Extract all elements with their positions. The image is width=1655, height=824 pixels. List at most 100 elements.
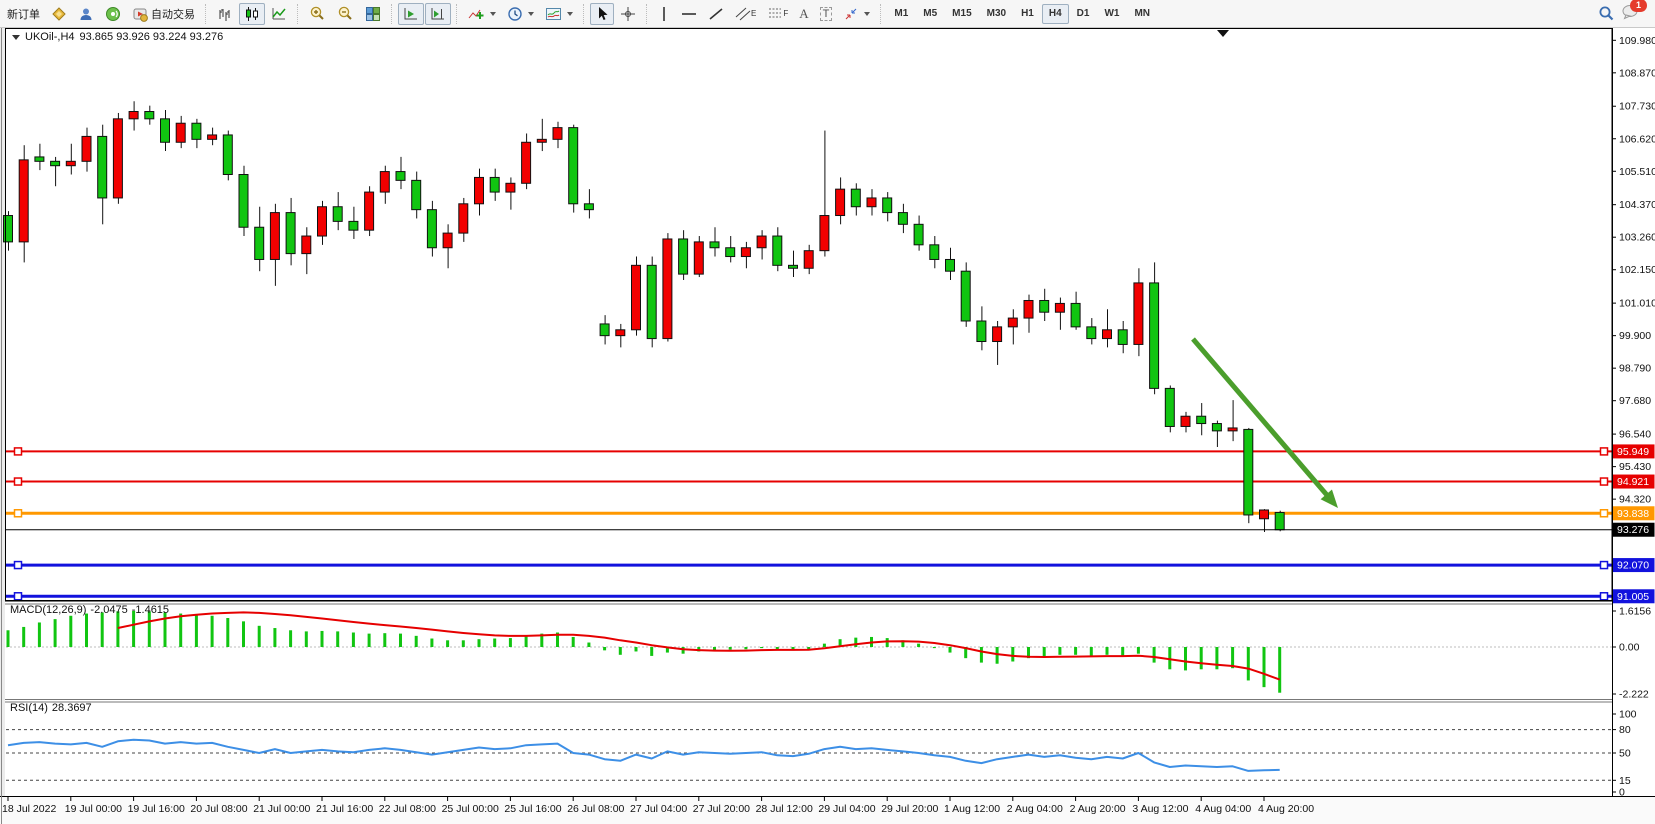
market-watch-button[interactable] bbox=[46, 3, 72, 25]
cursor-button[interactable] bbox=[590, 3, 614, 25]
data-window-button[interactable] bbox=[73, 3, 99, 25]
zoom-in-button[interactable] bbox=[304, 3, 331, 25]
timeframe-m1-button[interactable]: M1 bbox=[887, 4, 915, 24]
indicators-button[interactable] bbox=[463, 3, 501, 25]
timeframe-mn-button[interactable]: MN bbox=[1127, 4, 1157, 24]
time-tick-label: 2 Aug 20:00 bbox=[1070, 803, 1126, 815]
macd-histogram-bar bbox=[1043, 647, 1046, 657]
price-tick-label: 94.320 bbox=[1619, 494, 1651, 506]
horizontal-line-icon bbox=[681, 6, 697, 22]
crosshair-button[interactable] bbox=[615, 3, 641, 25]
line-handle[interactable] bbox=[1601, 562, 1608, 569]
macd-histogram-bar bbox=[368, 634, 371, 647]
candle-body bbox=[1008, 318, 1017, 327]
macd-histogram-bar bbox=[1247, 647, 1250, 680]
line-chart-button[interactable] bbox=[266, 3, 292, 25]
text-button[interactable]: A bbox=[794, 3, 813, 25]
macd-signal-value: -1.4615 bbox=[132, 604, 169, 616]
candle-body bbox=[1071, 303, 1080, 326]
price-tick-label: 107.730 bbox=[1619, 101, 1655, 113]
timeframe-d1-button[interactable]: D1 bbox=[1070, 4, 1097, 24]
candle-body bbox=[1197, 416, 1206, 423]
line-handle[interactable] bbox=[1601, 478, 1608, 485]
candle-body bbox=[490, 177, 499, 192]
auto-scroll-button[interactable] bbox=[398, 3, 424, 25]
timeframe-bar: M1M5M15M30H1H4D1W1MN bbox=[887, 4, 1157, 24]
macd-histogram-bar bbox=[478, 639, 481, 647]
chat-button[interactable]: 1 bbox=[1621, 3, 1639, 25]
plot-background bbox=[5, 28, 1612, 796]
line-handle[interactable] bbox=[15, 510, 22, 517]
candle-body bbox=[396, 172, 405, 181]
notification-badge[interactable]: 1 bbox=[1630, 0, 1647, 12]
candle-body bbox=[710, 242, 719, 248]
arrows-button[interactable] bbox=[838, 3, 875, 25]
search-button[interactable] bbox=[1593, 3, 1620, 25]
equidistant-channel-button[interactable]: E bbox=[730, 3, 761, 25]
macd-histogram-bar bbox=[1011, 647, 1014, 661]
price-tag-label: 93.838 bbox=[1617, 508, 1649, 520]
label-tool-glyph: T bbox=[820, 7, 833, 21]
zoom-out-button[interactable] bbox=[332, 3, 359, 25]
periods-button[interactable] bbox=[502, 3, 539, 25]
line-handle[interactable] bbox=[1601, 448, 1608, 455]
candle-body bbox=[302, 236, 311, 254]
macd-histogram-bar bbox=[226, 618, 229, 647]
vertical-line-icon bbox=[658, 6, 670, 22]
timeframe-m5-button[interactable]: M5 bbox=[916, 4, 944, 24]
macd-histogram-bar bbox=[415, 636, 418, 647]
new-order-button[interactable]: 新订单 bbox=[2, 3, 45, 25]
line-handle[interactable] bbox=[15, 562, 22, 569]
tile-windows-button[interactable] bbox=[360, 3, 386, 25]
line-handle[interactable] bbox=[1601, 510, 1608, 517]
line-handle[interactable] bbox=[1601, 593, 1608, 600]
fibonacci-button[interactable]: F bbox=[762, 3, 793, 25]
channel-icon bbox=[735, 6, 751, 22]
line-handle[interactable] bbox=[15, 478, 22, 485]
time-tick-label: 25 Jul 00:00 bbox=[442, 803, 499, 815]
price-tick-label: 109.980 bbox=[1619, 35, 1655, 47]
macd-histogram-bar bbox=[1200, 647, 1203, 669]
auto-trading-button[interactable]: 自动交易 bbox=[127, 3, 200, 25]
time-tick-label: 27 Jul 04:00 bbox=[630, 803, 687, 815]
macd-histogram-bar bbox=[383, 633, 386, 647]
price-tag-label: 93.276 bbox=[1617, 524, 1649, 536]
candle-body bbox=[647, 265, 656, 338]
vertical-line-button[interactable] bbox=[653, 3, 675, 25]
bar-chart-icon bbox=[217, 6, 233, 22]
timeframe-h4-button[interactable]: H4 bbox=[1042, 4, 1069, 24]
macd-histogram-bar bbox=[823, 644, 826, 647]
macd-histogram-bar bbox=[85, 614, 88, 647]
horizontal-line-button[interactable] bbox=[676, 3, 702, 25]
template-icon bbox=[545, 6, 562, 22]
rsi-value: 28.3697 bbox=[52, 702, 92, 714]
timeframe-m30-button[interactable]: M30 bbox=[980, 4, 1013, 24]
candle-body bbox=[694, 242, 703, 274]
collapse-arrow-icon[interactable] bbox=[12, 35, 20, 40]
navigator-button[interactable] bbox=[100, 3, 126, 25]
candle-body bbox=[537, 139, 546, 142]
timeframe-m15-button[interactable]: M15 bbox=[945, 4, 978, 24]
auto-trading-icon bbox=[132, 6, 148, 22]
text-label-button[interactable]: T bbox=[815, 3, 838, 25]
candle-body bbox=[946, 259, 955, 271]
zoom-in-icon bbox=[309, 5, 326, 22]
timeframe-h1-button[interactable]: H1 bbox=[1014, 4, 1041, 24]
trendline-button[interactable] bbox=[703, 3, 729, 25]
macd-histogram-bar bbox=[242, 621, 245, 647]
timeframe-w1-button[interactable]: W1 bbox=[1097, 4, 1126, 24]
candlestick-chart-button[interactable] bbox=[239, 3, 265, 25]
bar-chart-button[interactable] bbox=[212, 3, 238, 25]
candle-body bbox=[977, 321, 986, 342]
macd-histogram-bar bbox=[179, 614, 182, 647]
candle-body bbox=[961, 271, 970, 321]
macd-histogram-bar bbox=[1278, 647, 1281, 693]
clock-icon bbox=[507, 6, 523, 22]
line-handle[interactable] bbox=[15, 448, 22, 455]
templates-button[interactable] bbox=[540, 3, 578, 25]
chart-shift-button[interactable] bbox=[425, 3, 451, 25]
line-handle[interactable] bbox=[15, 593, 22, 600]
time-tick-label: 3 Aug 12:00 bbox=[1132, 803, 1188, 815]
price-tick-label: 96.540 bbox=[1619, 429, 1651, 441]
candle-body bbox=[1275, 512, 1284, 529]
